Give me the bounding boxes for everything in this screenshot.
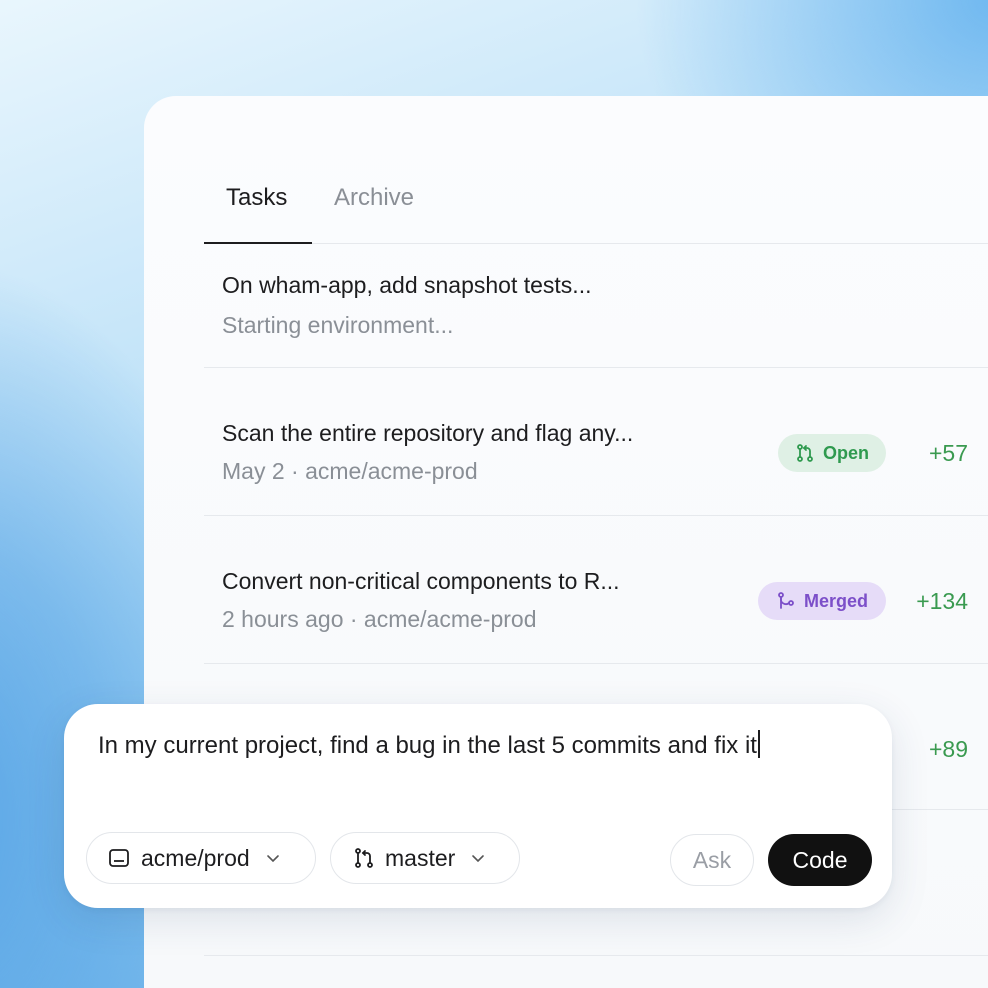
lines-added: +89 bbox=[928, 736, 968, 762]
task-row[interactable]: Convert non-critical components to R... … bbox=[204, 516, 988, 664]
lines-added: +134 bbox=[916, 588, 968, 614]
task-title: Scan the entire repository and flag any.… bbox=[222, 420, 634, 446]
text-caret bbox=[757, 730, 760, 758]
lines-added: +57 bbox=[928, 440, 968, 466]
git-branch-icon bbox=[353, 847, 375, 869]
merge-icon bbox=[776, 591, 796, 611]
code-button[interactable]: Code bbox=[768, 834, 872, 886]
terminal-window-icon bbox=[107, 846, 131, 870]
task-subtitle: 2 hours ago · acme/acme-prod bbox=[222, 606, 537, 632]
repo-selector-label: acme/prod bbox=[141, 844, 250, 871]
prompt-composer: In my current project, find a bug in the… bbox=[64, 704, 892, 908]
task-subtitle: Starting environment... bbox=[222, 312, 454, 338]
status-badge-open: Open bbox=[778, 434, 886, 472]
branch-selector[interactable]: master bbox=[330, 832, 520, 884]
prompt-text: In my current project, find a bug in the… bbox=[98, 732, 757, 759]
branch-selector-label: master bbox=[385, 844, 456, 871]
task-row[interactable]: Scan the entire repository and flag any.… bbox=[204, 368, 988, 516]
status-badge-label: Open bbox=[822, 442, 869, 463]
pull-request-icon bbox=[795, 443, 815, 463]
chevron-down-icon bbox=[469, 849, 487, 867]
status-badge-label: Merged bbox=[803, 590, 868, 611]
tab-archive[interactable]: Archive bbox=[334, 184, 414, 212]
task-title: Convert non-critical components to R... bbox=[222, 568, 620, 594]
ask-button[interactable]: Ask bbox=[670, 834, 754, 886]
chevron-down-icon bbox=[264, 849, 282, 867]
task-row[interactable]: On wham-app, add snapshot tests... Start… bbox=[204, 244, 988, 368]
prompt-input[interactable]: In my current project, find a bug in the… bbox=[98, 730, 760, 760]
tab-bar: Tasks Archive bbox=[204, 170, 988, 244]
task-subtitle: May 2 · acme/acme-prod bbox=[222, 458, 478, 484]
repo-selector[interactable]: acme/prod bbox=[86, 832, 316, 884]
status-badge-merged: Merged bbox=[758, 582, 886, 620]
tab-tasks[interactable]: Tasks bbox=[226, 184, 287, 212]
task-title: On wham-app, add snapshot tests... bbox=[222, 272, 592, 298]
